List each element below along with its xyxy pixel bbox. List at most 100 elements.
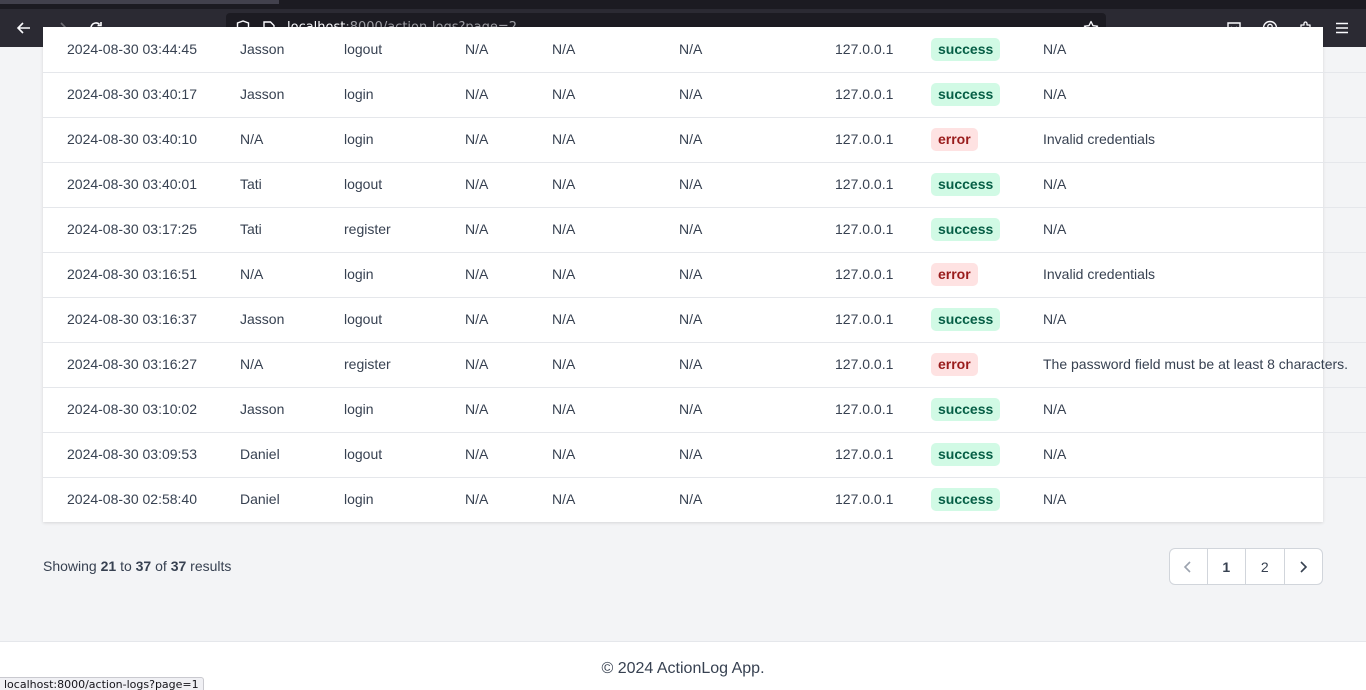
to-label: to — [120, 558, 132, 574]
log-ip: 127.0.0.1 — [835, 311, 894, 327]
log-user: Jasson — [240, 311, 285, 327]
log-action: login — [344, 491, 374, 507]
log-action: login — [344, 401, 374, 417]
previous-page-button[interactable] — [1170, 549, 1208, 584]
table-row: 2024-08-30 03:40:10 N/A login N/A N/A N/A 127.… — [43, 117, 1366, 162]
table-row: 2024-08-30 03:10:02 Jasson login N/A N/A N/A 1… — [43, 387, 1366, 432]
log-message: Invalid credentials — [1043, 266, 1156, 282]
log-field: N/A — [465, 491, 489, 507]
log-user: Tati — [240, 176, 262, 192]
log-ip: 127.0.0.1 — [835, 266, 894, 282]
status-badge: error — [931, 128, 978, 151]
log-field: N/A — [679, 131, 703, 147]
log-message: N/A — [1043, 446, 1067, 462]
log-ip: 127.0.0.1 — [835, 176, 894, 192]
of-label: of — [155, 558, 167, 574]
log-field: N/A — [679, 221, 703, 237]
log-user: Tati — [240, 221, 262, 237]
table-row: 2024-08-30 03:17:25 Tati register N/A N/A N/A… — [43, 207, 1366, 252]
log-ip: 127.0.0.1 — [835, 491, 894, 507]
log-field: N/A — [679, 401, 703, 417]
log-field: N/A — [552, 221, 576, 237]
log-message: N/A — [1043, 311, 1067, 327]
log-message: Invalid credentials — [1043, 131, 1156, 147]
log-user: N/A — [240, 266, 264, 282]
log-user: Jasson — [240, 41, 285, 57]
log-field: N/A — [552, 131, 576, 147]
log-field: N/A — [679, 491, 703, 507]
log-action: login — [344, 131, 374, 147]
log-date: 2024-08-30 02:58:40 — [67, 491, 197, 507]
log-action: logout — [344, 41, 383, 57]
log-field: N/A — [552, 86, 576, 102]
active-tab-edge[interactable] — [0, 0, 279, 4]
status-badge: success — [931, 443, 1001, 466]
log-user: Daniel — [240, 491, 280, 507]
page-1-button[interactable]: 1 — [1208, 549, 1247, 584]
log-field: N/A — [465, 401, 489, 417]
page-2-current: 2 — [1246, 549, 1285, 584]
results-from: 21 — [100, 558, 117, 574]
table-row: 2024-08-30 03:16:51 N/A login N/A N/A N/A 127.… — [43, 252, 1366, 297]
log-date: 2024-08-30 03:09:53 — [67, 446, 197, 462]
link-status-bar: localhost:8000/action-logs?page=1 — [0, 677, 204, 690]
log-field: N/A — [679, 176, 703, 192]
log-field: N/A — [552, 176, 576, 192]
status-badge: success — [931, 38, 1001, 61]
status-badge: success — [931, 488, 1001, 511]
results-total: 37 — [170, 558, 187, 574]
log-field: N/A — [465, 446, 489, 462]
log-user: Jasson — [240, 86, 285, 102]
status-badge: success — [931, 218, 1001, 241]
table-row: 2024-08-30 03:40:17 Jasson login N/A N/A N/A 1… — [43, 72, 1366, 117]
back-button[interactable] — [9, 13, 39, 43]
log-user: N/A — [240, 131, 264, 147]
results-summary: Showing 21 to 37 of 37 results — [43, 555, 231, 577]
log-message: N/A — [1043, 401, 1067, 417]
log-message: N/A — [1043, 221, 1067, 237]
status-badge: success — [931, 173, 1001, 196]
log-ip: 127.0.0.1 — [835, 86, 894, 102]
log-action: logout — [344, 446, 383, 462]
log-field: N/A — [552, 266, 576, 282]
log-message: N/A — [1043, 86, 1067, 102]
log-date: 2024-08-30 03:10:02 — [67, 401, 197, 417]
log-field: N/A — [465, 356, 489, 372]
log-ip: 127.0.0.1 — [835, 401, 894, 417]
log-message: N/A — [1043, 491, 1067, 507]
footer: © 2024 ActionLog App. — [0, 641, 1366, 690]
log-user: Daniel — [240, 446, 280, 462]
log-date: 2024-08-30 03:40:17 — [67, 86, 197, 102]
table-row: 2024-08-30 03:44:45 Jasson logout N/A N/A N/A… — [43, 27, 1366, 72]
next-page-button[interactable] — [1285, 549, 1322, 584]
chevron-right-icon — [1300, 560, 1308, 573]
log-user: N/A — [240, 356, 264, 372]
log-field: N/A — [679, 311, 703, 327]
results-to: 37 — [135, 558, 152, 574]
log-date: 2024-08-30 03:44:45 — [67, 41, 197, 57]
log-field: N/A — [465, 311, 489, 327]
status-badge: success — [931, 83, 1001, 106]
log-message: N/A — [1043, 176, 1067, 192]
log-field: N/A — [465, 41, 489, 57]
log-action: register — [344, 221, 391, 237]
log-date: 2024-08-30 03:40:10 — [67, 131, 197, 147]
log-ip: 127.0.0.1 — [835, 221, 894, 237]
log-date: 2024-08-30 03:16:51 — [67, 266, 197, 282]
log-field: N/A — [465, 86, 489, 102]
log-field: N/A — [465, 176, 489, 192]
status-badge: success — [931, 398, 1001, 421]
log-field: N/A — [465, 131, 489, 147]
table-row: 2024-08-30 03:16:27 N/A register N/A N/A N/A 1… — [43, 342, 1366, 387]
chevron-left-icon — [1184, 560, 1191, 573]
log-message: N/A — [1043, 41, 1067, 57]
log-action: logout — [344, 311, 383, 327]
log-field: N/A — [465, 266, 489, 282]
table-row: 2024-08-30 03:16:37 Jasson logout N/A N/A N/A… — [43, 297, 1366, 342]
log-ip: 127.0.0.1 — [835, 41, 894, 57]
log-field: N/A — [552, 446, 576, 462]
log-user: Jasson — [240, 401, 285, 417]
pagination: 1 2 — [1169, 548, 1323, 585]
results-label: results — [190, 558, 232, 574]
log-field: N/A — [679, 446, 703, 462]
